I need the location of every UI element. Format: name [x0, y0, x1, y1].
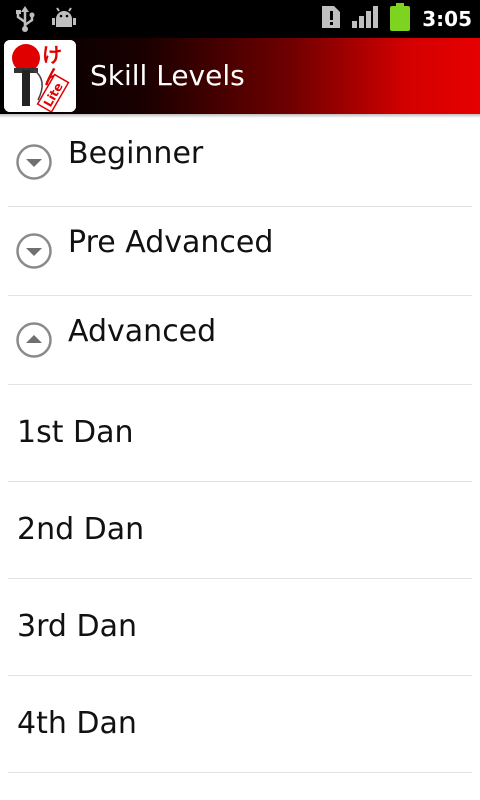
app-logo-icon[interactable]: け ん Lite	[4, 40, 76, 112]
status-bar: 3:05	[0, 0, 480, 38]
title-bar: け ん Lite Skill Levels	[0, 38, 480, 114]
item-label: 4th Dan	[17, 706, 137, 741]
sim-alert-icon	[322, 6, 341, 32]
list-item-3rd-dan[interactable]: 3rd Dan	[0, 579, 480, 676]
svg-text:け: け	[42, 43, 62, 67]
expand-arrow-icon[interactable]	[16, 233, 52, 269]
collapse-arrow-icon[interactable]	[16, 322, 52, 358]
item-label: 3rd Dan	[17, 609, 137, 644]
group-label: Beginner	[68, 136, 204, 171]
battery-icon	[390, 3, 411, 35]
group-beginner[interactable]: Beginner	[0, 118, 480, 207]
group-label: Advanced	[68, 314, 217, 349]
group-advanced[interactable]: Advanced	[0, 296, 480, 385]
item-label: 2nd Dan	[17, 512, 145, 547]
debug-icon	[52, 7, 76, 35]
group-label: Pre Advanced	[68, 225, 274, 260]
list-item-4th-dan[interactable]: 4th Dan	[0, 676, 480, 773]
expand-arrow-icon[interactable]	[16, 144, 52, 180]
status-time: 3:05	[422, 7, 472, 31]
usb-icon	[14, 6, 36, 36]
skill-levels-list: Beginner Pre Advanced Advanced 1st Dan 2…	[0, 118, 480, 773]
group-pre-advanced[interactable]: Pre Advanced	[0, 207, 480, 296]
list-item-2nd-dan[interactable]: 2nd Dan	[0, 482, 480, 579]
signal-icon	[352, 6, 379, 32]
list-item-1st-dan[interactable]: 1st Dan	[0, 385, 480, 482]
page-title: Skill Levels	[90, 59, 245, 92]
divider	[8, 772, 472, 773]
item-label: 1st Dan	[17, 415, 134, 450]
